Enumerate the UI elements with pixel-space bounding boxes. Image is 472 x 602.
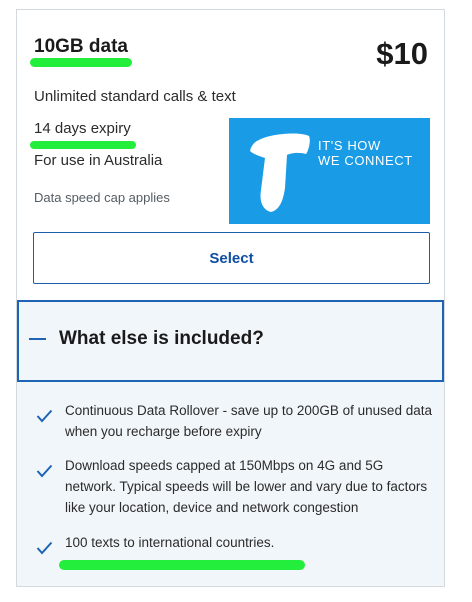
plan-title: 10GB data: [34, 36, 128, 57]
included-item-text: Download speeds capped at 150Mbps on 4G …: [65, 458, 428, 515]
check-icon: [36, 409, 53, 423]
plan-card: 10GB data $10 Unlimited standard calls &…: [16, 9, 445, 587]
calls-text: Unlimited standard calls & text: [34, 88, 236, 105]
brand-tagline: IT'S HOW WE CONNECT: [318, 138, 413, 168]
plan-price: $10: [376, 36, 428, 71]
accordion-title: What else is included?: [59, 328, 264, 349]
telstra-t-logo-icon: [250, 133, 310, 212]
highlight-mark: [59, 560, 305, 570]
included-item-text: Continuous Data Rollover - save up to 20…: [65, 403, 432, 439]
highlight-mark: [30, 141, 136, 149]
check-icon: [36, 464, 53, 478]
minus-icon[interactable]: [29, 338, 46, 340]
expiry-text: 14 days expiry: [34, 120, 131, 137]
check-icon: [36, 541, 53, 555]
region-text: For use in Australia: [34, 152, 163, 169]
included-panel: Continuous Data Rollover - save up to 20…: [17, 382, 444, 586]
whats-included-accordion[interactable]: What else is included?: [17, 300, 444, 382]
brand-banner: IT'S HOW WE CONNECT: [229, 118, 430, 224]
highlight-mark: [30, 58, 132, 67]
speed-note: Data speed cap applies: [34, 190, 170, 205]
select-button[interactable]: Select: [33, 232, 430, 284]
included-item-text: 100 texts to international countries.: [65, 535, 275, 550]
